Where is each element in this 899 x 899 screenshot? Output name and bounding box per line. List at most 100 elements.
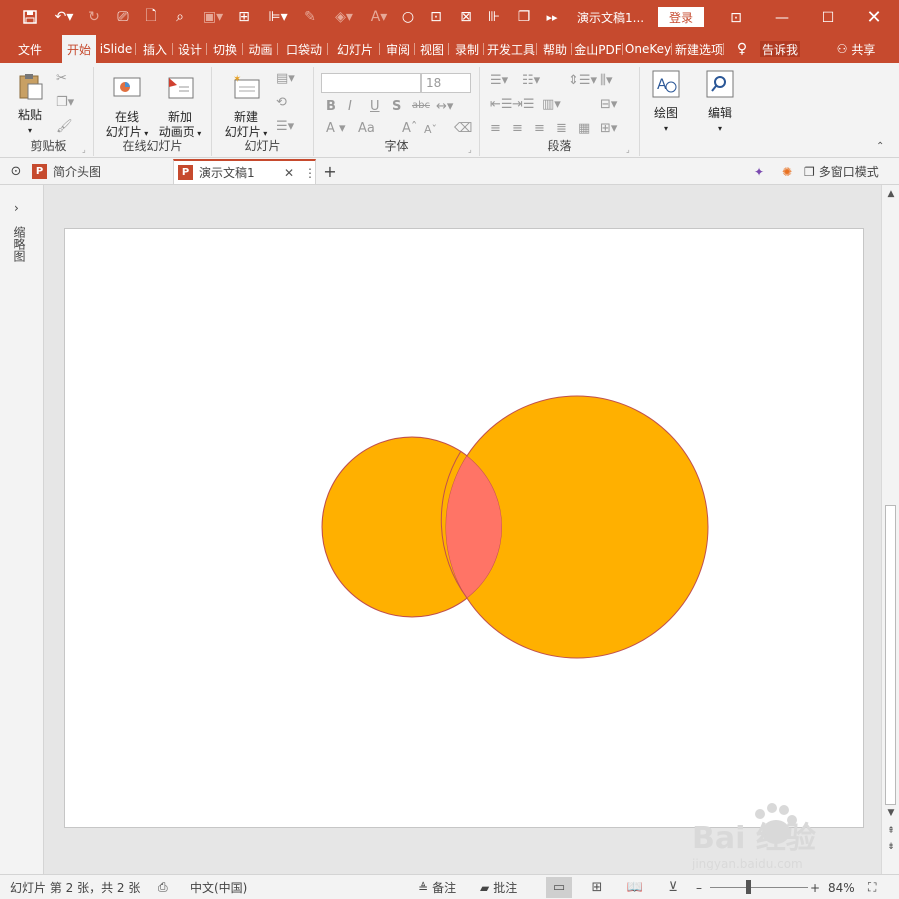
previous-slide-icon[interactable]: ⇞ — [885, 825, 897, 837]
magic-icon[interactable]: ✦ — [748, 159, 770, 184]
vertical-scrollbar[interactable]: ▲ ▼ ⇞ ⇟ — [881, 185, 899, 874]
clear-format-icon[interactable]: ⌫ — [454, 121, 472, 136]
slide-canvas[interactable] — [64, 228, 864, 828]
scroll-down-icon[interactable]: ▼ — [885, 807, 897, 819]
change-case-icon[interactable]: Aa — [358, 121, 375, 136]
login-button[interactable]: 登录 — [658, 7, 704, 27]
fill-color-icon[interactable]: ◈▾ — [328, 7, 360, 27]
editing-button[interactable]: 编辑 ▾ — [702, 69, 738, 136]
new-animation-page-button[interactable]: 新加 动画页 ▾ — [154, 73, 206, 141]
scroll-up-icon[interactable]: ▲ — [885, 188, 897, 200]
align-text-icon[interactable]: ⊟▾ — [600, 97, 617, 112]
strikethrough-icon[interactable]: abc — [412, 100, 430, 111]
thumbnails-label[interactable]: 缩略图 — [12, 226, 28, 262]
tab-insert[interactable]: 插入 — [137, 35, 173, 63]
normal-view-icon[interactable]: ▭ — [546, 877, 572, 898]
tab-transitions[interactable]: 切换 — [207, 35, 243, 63]
tab-developer[interactable]: 开发工具 — [485, 35, 537, 63]
tab-new-option[interactable]: 新建选项 — [674, 35, 724, 63]
align-center-icon[interactable]: ≡ — [512, 121, 523, 136]
crop-icon[interactable]: ⊠ — [456, 7, 476, 27]
multi-window-button[interactable]: ❐ 多窗口模式 — [804, 159, 896, 184]
bullets-icon[interactable]: ☰▾ — [490, 73, 508, 88]
decrease-indent-icon[interactable]: ⇤☰ — [490, 97, 513, 112]
underline-icon[interactable]: U — [370, 99, 380, 114]
reset-icon[interactable]: ⟲ — [276, 95, 287, 110]
tab-kingsoft-pdf[interactable]: 金山PDF — [573, 35, 623, 63]
tab-menu-icon[interactable]: ⋮ — [304, 166, 316, 180]
drawing-button[interactable]: A 绘图 ▾ — [648, 69, 684, 136]
redo-icon[interactable]: ↻ — [84, 7, 104, 27]
zoom-in-icon[interactable]: + — [810, 879, 820, 896]
next-slide-icon[interactable]: ⇟ — [885, 841, 897, 853]
font-dialog-launcher-icon[interactable]: ⌟ — [468, 145, 472, 154]
zoom-slider-thumb[interactable] — [746, 880, 751, 894]
justify-icon[interactable]: ≣ — [556, 121, 567, 136]
font-color-icon[interactable]: A▾ — [366, 7, 392, 27]
tab-design[interactable]: 设计 — [173, 35, 207, 63]
share-button[interactable]: ⚇ 共享 — [826, 35, 886, 63]
circle-icon[interactable]: ○ — [398, 7, 418, 27]
tab-slideshow[interactable]: 幻灯片 — [330, 35, 380, 63]
align-right-icon[interactable]: ≡ — [534, 121, 545, 136]
new-tab-icon[interactable]: + — [320, 159, 340, 184]
line-spacing-icon[interactable]: ⇕☰▾ — [568, 73, 597, 88]
layout-icon[interactable]: ▤▾ — [276, 71, 295, 86]
new-slide-button[interactable]: ✶ 新建 幻灯片 ▾ — [220, 73, 272, 141]
screenshot-icon[interactable]: ⊡ — [426, 7, 446, 27]
tab-pocket-animation[interactable]: 口袋动 — [280, 35, 328, 63]
tab-record[interactable]: 录制 — [450, 35, 484, 63]
tab-history-icon[interactable]: ⊙ — [6, 159, 26, 184]
format-painter-icon[interactable]: 🖌 — [56, 119, 73, 134]
slideshow-icon[interactable]: ⎚ — [112, 7, 134, 27]
smartart-icon[interactable]: ⊞▾ — [600, 121, 617, 136]
spellcheck-icon[interactable]: ⎙ — [158, 879, 168, 896]
text-shadow-icon[interactable]: S — [392, 99, 401, 114]
settings-gear-icon[interactable]: ✺ — [776, 159, 798, 184]
dialog-launcher-icon[interactable]: ⌟ — [82, 145, 86, 154]
copy-icon[interactable]: ❐▾ — [56, 95, 74, 110]
slide-sorter-icon[interactable]: ⊞ — [584, 877, 610, 898]
grid-icon[interactable]: ⊞ — [234, 7, 254, 27]
decrease-font-icon[interactable]: Aˇ — [424, 123, 437, 136]
font-size-select[interactable]: 18 — [421, 73, 471, 93]
expand-pane-icon[interactable]: › — [14, 201, 19, 215]
scrollbar-thumb[interactable] — [885, 505, 896, 805]
font-name-select[interactable] — [321, 73, 421, 93]
zoom-slider-track[interactable] — [710, 887, 808, 888]
char-spacing-icon[interactable]: ↔▾ — [436, 99, 453, 114]
tab-view[interactable]: 视图 — [415, 35, 449, 63]
collapse-ribbon-icon[interactable]: ⌃ — [876, 141, 884, 152]
align-left-icon[interactable]: ≡ — [490, 121, 501, 136]
new-document-icon[interactable]: 🗋 — [142, 7, 160, 27]
copy-icon[interactable]: ❐ — [514, 7, 534, 27]
tab-help[interactable]: 帮助 — [538, 35, 572, 63]
columns-icon[interactable]: ▥▾ — [542, 97, 561, 112]
eyedropper-icon[interactable]: ✎ — [300, 7, 320, 27]
distribute-icon[interactable]: ⊪ — [484, 7, 504, 27]
distributed-icon[interactable]: ▦ — [578, 121, 590, 136]
close-tab-icon[interactable]: ✕ — [284, 166, 294, 180]
undo-icon[interactable]: ↶▾ — [50, 7, 78, 27]
paste-button[interactable]: 粘贴 ▾ — [10, 71, 50, 138]
maximize-icon[interactable]: ☐ — [805, 0, 851, 35]
online-slides-button[interactable]: 在线 幻灯片 ▾ — [102, 73, 152, 141]
zoom-out-icon[interactable]: – — [696, 879, 702, 896]
numbering-icon[interactable]: ☷▾ — [522, 73, 540, 88]
comments-button[interactable]: ▰ 批注 — [480, 879, 517, 896]
italic-icon[interactable]: I — [348, 99, 352, 114]
section-icon[interactable]: ☰▾ — [276, 119, 294, 134]
tab-file[interactable]: 文件 — [10, 35, 50, 63]
close-icon[interactable]: ✕ — [851, 0, 897, 35]
align-icon[interactable]: ⊫▾ — [264, 7, 292, 27]
tab-home[interactable]: 开始 — [62, 35, 96, 63]
more-icon[interactable]: ▸▸ — [542, 7, 562, 27]
minimize-icon[interactable]: — — [759, 0, 805, 35]
slideshow-view-icon[interactable]: ⊻ — [660, 877, 686, 898]
insert-image-icon[interactable]: ▣▾ — [198, 7, 228, 27]
increase-indent-icon[interactable]: ⇥☰ — [512, 97, 535, 112]
tab-review[interactable]: 审阅 — [381, 35, 415, 63]
paragraph-dialog-launcher-icon[interactable]: ⌟ — [626, 145, 630, 154]
zoom-level[interactable]: 84% — [828, 879, 855, 896]
language-indicator[interactable]: 中文(中国) — [190, 879, 247, 896]
